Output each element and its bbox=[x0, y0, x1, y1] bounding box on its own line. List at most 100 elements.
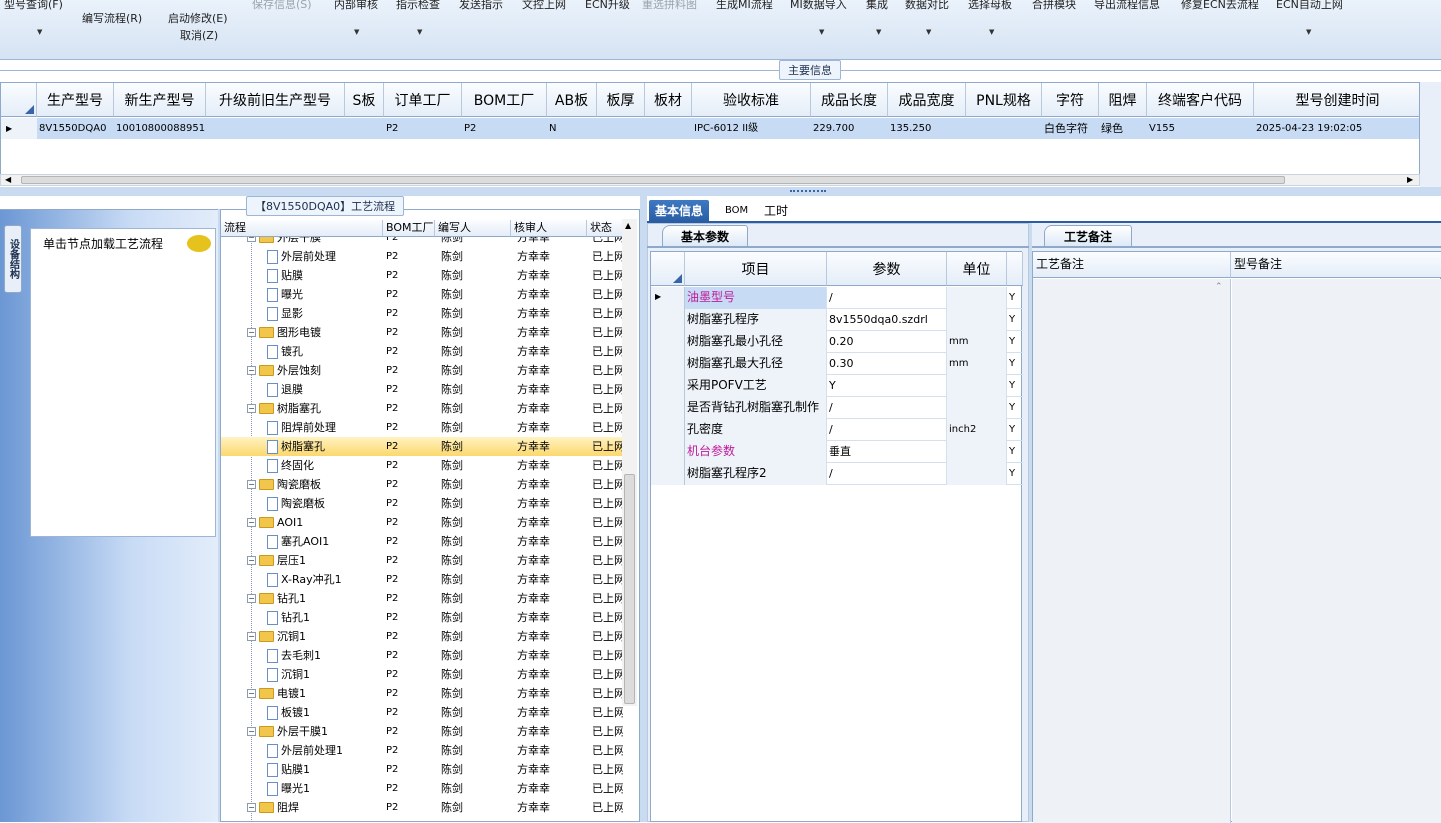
param-row[interactable]: 机台参数 垂直 Y bbox=[651, 441, 1023, 463]
tree-row[interactable]: 显影 P2 陈剑 方幸幸 已上网 bbox=[221, 304, 623, 323]
grip-icon[interactable] bbox=[790, 190, 826, 193]
tree-node[interactable]: − 阻焊 bbox=[247, 798, 299, 817]
tree-node[interactable]: − 沉铜1 bbox=[247, 627, 306, 646]
row-selector[interactable] bbox=[651, 463, 685, 485]
col-header[interactable]: 验收标准 bbox=[692, 83, 811, 117]
save-info-button[interactable]: 保存信息(S) bbox=[252, 0, 312, 12]
tree-node[interactable]: − 钻孔1 bbox=[247, 589, 306, 608]
tab-work-hours[interactable]: 工时 bbox=[758, 200, 794, 222]
integrate-button[interactable]: 集成 bbox=[866, 0, 888, 12]
chevron-down-icon[interactable]: ▼ bbox=[926, 28, 931, 36]
collapse-icon[interactable]: − bbox=[247, 594, 256, 603]
table-cell[interactable]: IPC-6012 II级 bbox=[692, 118, 811, 139]
ecn-auto-online-button[interactable]: ECN自动上网 bbox=[1276, 0, 1343, 12]
internal-review-button[interactable]: 内部审核 bbox=[334, 0, 378, 12]
tree-node[interactable]: − 图形电镀 bbox=[247, 323, 321, 342]
tree-row[interactable]: − AOI1 P2 陈剑 方幸幸 已上网 bbox=[221, 513, 623, 532]
select-motherboard-button[interactable]: 选择母板 bbox=[968, 0, 1012, 12]
table-cell[interactable]: N bbox=[547, 118, 597, 139]
tree-node[interactable]: 外层前处理1 bbox=[267, 741, 343, 760]
col-header[interactable]: 核审人 bbox=[511, 220, 587, 237]
row-selector[interactable]: ▶ bbox=[651, 287, 685, 309]
tree-node[interactable]: 阻焊前处理 bbox=[267, 418, 336, 437]
param-row[interactable]: 采用POFV工艺 Y Y bbox=[651, 375, 1023, 397]
tree-row[interactable]: − 外层蚀刻 P2 陈剑 方幸幸 已上网 bbox=[221, 361, 623, 380]
table-cell[interactable]: V155 bbox=[1147, 118, 1254, 139]
collapse-icon[interactable]: − bbox=[247, 366, 256, 375]
scroll-thumb[interactable] bbox=[624, 474, 635, 704]
table-cell[interactable]: 8V1550DQA0 bbox=[37, 118, 114, 139]
tree-node[interactable]: 曝光1 bbox=[267, 779, 310, 798]
param-row[interactable]: 树脂塞孔最小孔径 0.20 mm Y bbox=[651, 331, 1023, 353]
tree-row[interactable]: 曝光1 P2 陈剑 方幸幸 已上网 bbox=[221, 779, 623, 798]
mi-import-button[interactable]: MI数据导入 bbox=[790, 0, 847, 12]
col-header[interactable]: 订单工厂 bbox=[384, 83, 462, 117]
tree-row[interactable]: − 阻焊 P2 陈剑 方幸幸 已上网 bbox=[221, 798, 623, 817]
collapse-icon[interactable]: − bbox=[247, 518, 256, 527]
col-header[interactable]: 参数 bbox=[827, 252, 947, 286]
collapse-icon[interactable]: − bbox=[247, 328, 256, 337]
param-row[interactable]: ▶ 油墨型号 / Y bbox=[651, 287, 1023, 309]
tree-node[interactable]: 钻孔1 bbox=[267, 608, 310, 627]
table-cell[interactable]: 10010800088951 bbox=[114, 118, 206, 139]
tree-row[interactable]: 镀孔 P2 陈剑 方幸幸 已上网 bbox=[221, 342, 623, 361]
tree-row[interactable]: 树脂塞孔 P2 陈剑 方幸幸 已上网 bbox=[221, 437, 623, 456]
collapse-icon[interactable]: − bbox=[247, 689, 256, 698]
tree-node[interactable]: 退膜 bbox=[267, 380, 303, 399]
table-cell[interactable] bbox=[597, 118, 645, 139]
col-header[interactable]: 状态 bbox=[587, 220, 623, 237]
tree-row[interactable]: 阻焊前处理 P2 陈剑 方幸幸 已上网 bbox=[221, 418, 623, 437]
col-header[interactable]: 升级前旧生产型号 bbox=[206, 83, 345, 117]
tab-process-notes[interactable]: 工艺备注 bbox=[1044, 225, 1132, 247]
row-indicator-icon[interactable]: ▶ bbox=[1, 118, 37, 139]
table-cell[interactable] bbox=[645, 118, 692, 139]
tree-node[interactable]: − 外层干膜1 bbox=[247, 722, 328, 741]
tree-node[interactable]: − 电镀1 bbox=[247, 684, 306, 703]
tree-row[interactable]: − 外层干膜1 P2 陈剑 方幸幸 已上网 bbox=[221, 722, 623, 741]
col-header[interactable]: S板 bbox=[345, 83, 384, 117]
table-cell[interactable] bbox=[206, 118, 345, 139]
tree-row[interactable]: − 电镀1 P2 陈剑 方幸幸 已上网 bbox=[221, 684, 623, 703]
chevron-down-icon[interactable]: ▼ bbox=[876, 28, 881, 36]
model-query-button[interactable]: 型号查询(F) bbox=[4, 0, 63, 12]
table-cell[interactable]: 绿色 bbox=[1099, 118, 1147, 139]
col-header[interactable]: 单位 bbox=[947, 252, 1007, 286]
vertical-splitter[interactable] bbox=[640, 196, 647, 822]
tab-bom[interactable]: BOM bbox=[719, 200, 754, 222]
process-notes-area[interactable] bbox=[1033, 279, 1231, 823]
tree-node[interactable]: 塞孔AOI1 bbox=[267, 532, 329, 551]
tree-node[interactable]: 贴膜1 bbox=[267, 760, 310, 779]
col-header[interactable]: 项目 bbox=[685, 252, 827, 286]
tree-node[interactable]: − 外层干膜 bbox=[247, 237, 321, 247]
collapse-icon[interactable]: − bbox=[247, 556, 256, 565]
horizontal-splitter[interactable] bbox=[0, 187, 1441, 196]
collapse-icon[interactable]: − bbox=[247, 480, 256, 489]
tree-node[interactable]: − 层压1 bbox=[247, 551, 306, 570]
generate-mi-flow-button[interactable]: 生成MI流程 bbox=[716, 0, 773, 12]
row-selector[interactable] bbox=[651, 419, 685, 441]
row-selector[interactable] bbox=[651, 331, 685, 353]
tree-row[interactable]: − 图形电镀 P2 陈剑 方幸幸 已上网 bbox=[221, 323, 623, 342]
table-cell[interactable]: 2025-04-23 19:02:05 bbox=[1254, 118, 1419, 139]
tree-node[interactable]: 镀孔 bbox=[267, 342, 303, 361]
row-selector[interactable] bbox=[651, 375, 685, 397]
param-row[interactable]: 树脂塞孔程序2/ Y bbox=[651, 463, 1023, 485]
chevron-down-icon[interactable]: ▼ bbox=[1306, 28, 1311, 36]
tree-node[interactable]: 终固化 bbox=[267, 456, 314, 475]
start-modify-button[interactable]: 启动修改(E) bbox=[168, 10, 228, 26]
write-flow-button[interactable]: 编写流程(R) bbox=[82, 10, 142, 26]
table-cell[interactable]: 229.700 bbox=[811, 118, 888, 139]
col-header[interactable]: AB板 bbox=[547, 83, 597, 117]
row-selector[interactable] bbox=[651, 309, 685, 331]
col-header[interactable]: 板材 bbox=[645, 83, 692, 117]
tree-row[interactable]: 板镀1 P2 陈剑 方幸幸 已上网 bbox=[221, 703, 623, 722]
tree-row[interactable]: − 陶瓷磨板 P2 陈剑 方幸幸 已上网 bbox=[221, 475, 623, 494]
collapse-icon[interactable]: − bbox=[247, 803, 256, 812]
param-value[interactable]: / bbox=[827, 287, 947, 309]
param-row[interactable]: 树脂塞孔程序 8v1550dqa0.szdrl Y bbox=[651, 309, 1023, 331]
send-instruction-button[interactable]: 发送指示 bbox=[459, 0, 503, 12]
param-row[interactable]: 树脂塞孔最大孔径 0.30 mm Y bbox=[651, 353, 1023, 375]
horizontal-scrollbar[interactable]: ◀ ▶ bbox=[0, 174, 1420, 186]
param-value[interactable]: / bbox=[827, 419, 947, 441]
tree-node[interactable]: − AOI1 bbox=[247, 513, 303, 532]
